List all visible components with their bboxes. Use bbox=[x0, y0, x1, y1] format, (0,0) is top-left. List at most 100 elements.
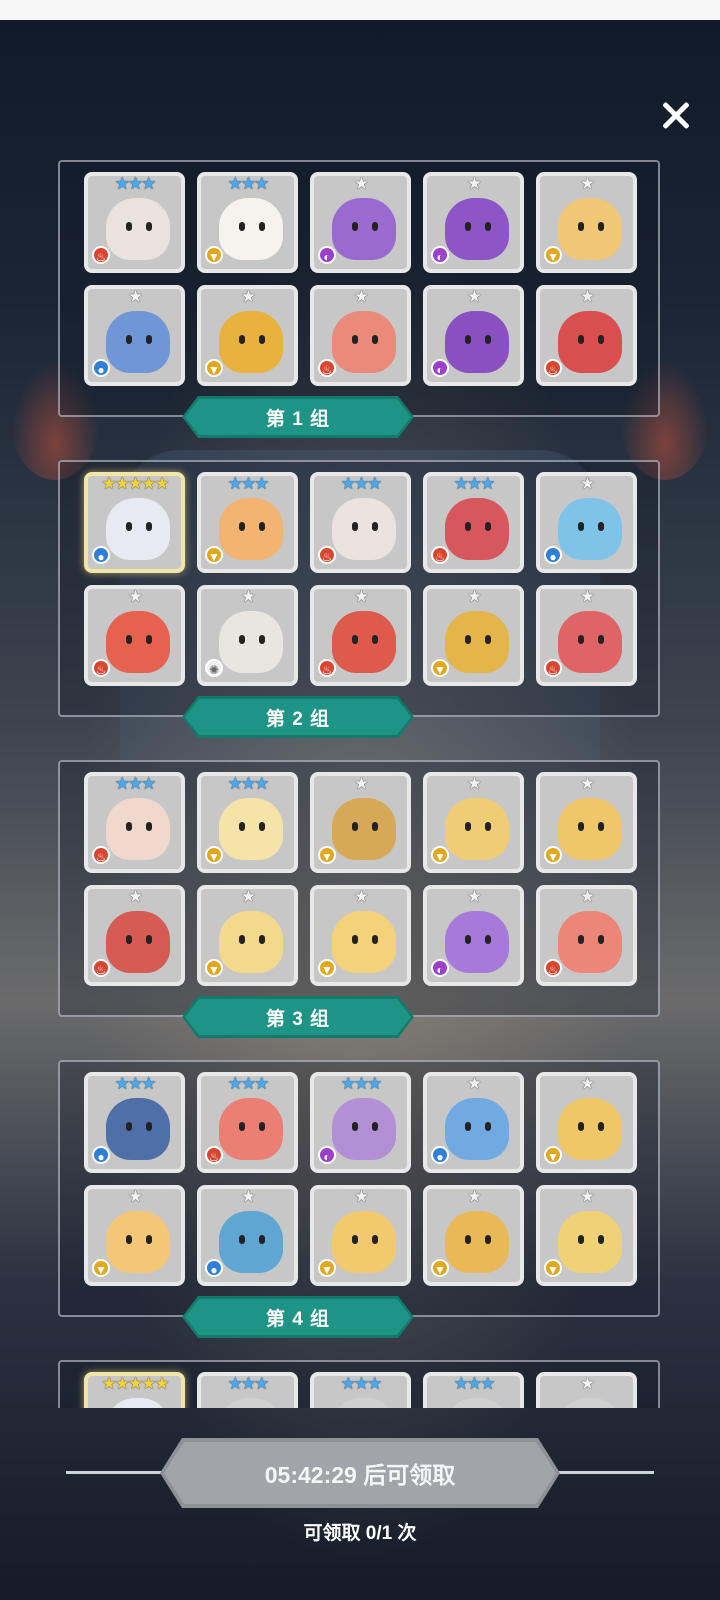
hero-card[interactable]: ★ ▼ bbox=[423, 585, 524, 686]
hero-card[interactable]: ★ ▼ bbox=[536, 772, 637, 873]
hero-eye bbox=[578, 935, 584, 944]
hero-eye bbox=[465, 335, 471, 344]
hero-card[interactable]: ★● bbox=[536, 1372, 637, 1408]
wind-element-icon: ▼ bbox=[544, 246, 562, 264]
hero-card[interactable]: ★ ♨ bbox=[536, 285, 637, 386]
hero-eye bbox=[126, 935, 132, 944]
hero-eye bbox=[372, 335, 378, 344]
claim-button[interactable]: 05:42:29 后可领取 bbox=[160, 1438, 560, 1508]
hero-portrait bbox=[332, 1398, 396, 1408]
hero-card[interactable]: ★ ▼ bbox=[423, 772, 524, 873]
hero-portrait bbox=[445, 911, 509, 973]
star-rating: ★★★★★ bbox=[101, 1374, 169, 1393]
hero-eye bbox=[598, 822, 604, 831]
wind-element-icon: ▼ bbox=[92, 1259, 110, 1277]
hero-card[interactable]: ★ ♨ bbox=[536, 885, 637, 986]
close-icon[interactable] bbox=[656, 96, 696, 136]
hero-eye bbox=[485, 1122, 491, 1131]
hero-eye bbox=[465, 522, 471, 531]
hero-eye bbox=[239, 222, 245, 231]
star-rating: ★ bbox=[127, 1187, 143, 1206]
status-bar bbox=[0, 0, 720, 20]
star-rating: ★ bbox=[353, 887, 369, 906]
hero-card[interactable]: ★ ▼ bbox=[84, 1185, 185, 1286]
hero-portrait bbox=[558, 498, 622, 560]
hero-card[interactable]: ★ ▼ bbox=[197, 885, 298, 986]
hero-card[interactable]: ★ ♨ bbox=[536, 585, 637, 686]
fire-element-icon: ♨ bbox=[544, 959, 562, 977]
hero-portrait bbox=[558, 1098, 622, 1160]
hero-card[interactable]: ★ ♨ bbox=[84, 885, 185, 986]
hero-card[interactable]: ★ ♨ bbox=[84, 585, 185, 686]
hero-eye bbox=[146, 635, 152, 644]
hero-card[interactable]: ★ ♨ bbox=[310, 585, 411, 686]
hero-eye bbox=[126, 335, 132, 344]
hero-card[interactable]: ★ ▼ bbox=[197, 285, 298, 386]
hero-card[interactable]: ★★★ ▼ bbox=[197, 172, 298, 273]
hero-eye bbox=[598, 522, 604, 531]
hero-card[interactable]: ★● bbox=[84, 285, 185, 386]
hero-card[interactable]: ★ ▼ bbox=[310, 1185, 411, 1286]
hero-card[interactable]: ★★★♨ bbox=[197, 1072, 298, 1173]
hero-card[interactable]: ★ ▼ bbox=[423, 1185, 524, 1286]
wind-element-icon: ▼ bbox=[205, 246, 223, 264]
hero-card[interactable]: ★ ✺ bbox=[197, 585, 298, 686]
hero-eye bbox=[126, 635, 132, 644]
hero-card[interactable]: ★★★♨ bbox=[84, 772, 185, 873]
hero-card[interactable]: ★ ▼ bbox=[536, 1072, 637, 1173]
hero-card[interactable]: ★ ♨ bbox=[310, 285, 411, 386]
water-element-icon: ● bbox=[92, 546, 110, 564]
hero-eye bbox=[598, 935, 604, 944]
hero-eye bbox=[239, 1122, 245, 1131]
hero-card[interactable]: ★★★▼ bbox=[197, 1372, 298, 1408]
hero-card[interactable]: ★ ▼ bbox=[310, 885, 411, 986]
wind-element-icon: ▼ bbox=[205, 959, 223, 977]
hero-card[interactable]: ★★★★★● bbox=[84, 472, 185, 573]
star-rating: ★ bbox=[466, 887, 482, 906]
hero-card[interactable]: ★★★♨ bbox=[310, 472, 411, 573]
hero-card[interactable]: ★★★ ◐ bbox=[310, 1072, 411, 1173]
hero-group: ★★★ ● ★★★ ♨ ★★★ ◐ ★ ● ★ ▼ ★ ▼ ★ ● ★ ▼ ★ ▼ ★ ▼ bbox=[58, 1060, 660, 1317]
hero-card[interactable]: ★ ◐ bbox=[423, 885, 524, 986]
hero-portrait bbox=[445, 1098, 509, 1160]
hero-card[interactable]: ★● bbox=[536, 472, 637, 573]
wind-element-icon: ▼ bbox=[544, 846, 562, 864]
hero-group-list[interactable]: ★★★ ♨ ★★★ ▼ ★ ◐ ★ ◐ ★ ▼ ★ ● ★ ▼ ★ ♨ ★ ◐ ★ ♨ 第 1 组 ★★★★★ ● ★★★ ▼ ★… bbox=[0, 160, 720, 1408]
hero-card[interactable]: ★★★★★● bbox=[84, 1372, 185, 1408]
star-rating: ★ bbox=[579, 1374, 595, 1393]
hero-eye bbox=[239, 822, 245, 831]
hero-card[interactable]: ★ ▼ bbox=[536, 1185, 637, 1286]
hero-card[interactable]: ★★★♨ bbox=[423, 1372, 524, 1408]
hero-card[interactable]: ★★★ ● bbox=[84, 1072, 185, 1173]
hero-eye bbox=[259, 522, 265, 531]
star-rating: ★★★ bbox=[114, 174, 157, 193]
hero-portrait bbox=[219, 911, 283, 973]
hero-card[interactable]: ★ ◐ bbox=[423, 285, 524, 386]
hero-card[interactable]: ★★★♨ bbox=[423, 472, 524, 573]
hero-card[interactable]: ★ ▼ bbox=[536, 172, 637, 273]
hero-eye bbox=[239, 935, 245, 944]
hero-card[interactable]: ★★★▼ bbox=[197, 772, 298, 873]
hero-card[interactable]: ★ ▼ bbox=[310, 772, 411, 873]
hero-group: ★★★★★ ● ★★★ ▼ ★★★ ♨ ★★★ ♨ ★ ● ★ ♨ ★ ✺ ★ ♨ ★ ▼ ★ ♨ bbox=[58, 460, 660, 717]
hero-card[interactable]: ★● bbox=[423, 1072, 524, 1173]
hero-card[interactable]: ★★★♨ bbox=[310, 1372, 411, 1408]
hero-portrait bbox=[332, 498, 396, 560]
hero-group: ★★★ ♨ ★★★ ▼ ★ ▼ ★ ▼ ★ ▼ ★ ♨ ★ ▼ ★ ▼ ★ ◐ ★ ♨ bbox=[58, 760, 660, 1017]
star-rating: ★ bbox=[240, 1187, 256, 1206]
hero-eye bbox=[465, 935, 471, 944]
water-element-icon: ● bbox=[92, 1146, 110, 1164]
hero-card[interactable]: ★★★▼ bbox=[197, 472, 298, 573]
hero-card[interactable]: ★● bbox=[197, 1185, 298, 1286]
hero-portrait bbox=[106, 498, 170, 560]
star-rating: ★ bbox=[579, 587, 595, 606]
hero-portrait bbox=[445, 198, 509, 260]
star-rating: ★★★ bbox=[227, 174, 270, 193]
star-rating: ★ bbox=[466, 587, 482, 606]
hero-card[interactable]: ★★★♨ bbox=[84, 172, 185, 273]
hero-card[interactable]: ★ ◐ bbox=[423, 172, 524, 273]
hero-grid: ★★★ ♨ ★★★ ▼ ★ ◐ ★ ◐ ★ ▼ ★ ● ★ ▼ ★ ♨ ★ ◐ ★ ♨ bbox=[84, 172, 637, 386]
hero-card[interactable]: ★ ◐ bbox=[310, 172, 411, 273]
hero-portrait bbox=[445, 611, 509, 673]
hero-portrait bbox=[558, 311, 622, 373]
